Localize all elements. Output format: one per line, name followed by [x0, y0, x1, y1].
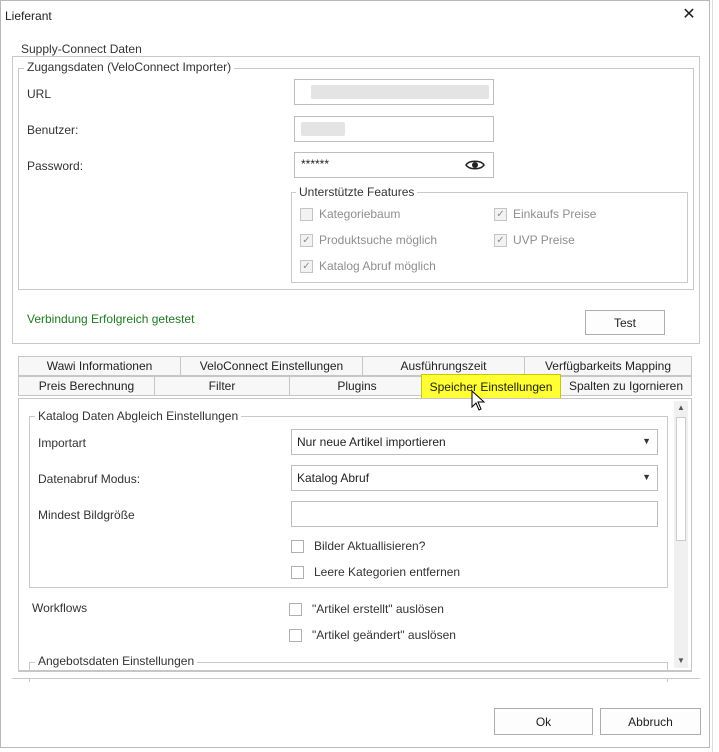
feature-katalog-abruf: ✓ Katalog Abruf möglich — [300, 259, 436, 273]
workflow-changed-option[interactable]: "Artikel geändert" auslösen — [289, 628, 456, 642]
scroll-up-icon[interactable]: ▲ — [674, 401, 688, 415]
importart-select[interactable]: Nur neue Artikel importieren ▼ — [291, 429, 658, 455]
scroll-thumb[interactable] — [676, 417, 686, 541]
tab-verfuegbarkeits-mapping[interactable]: Verfügbarkeits Mapping — [524, 356, 692, 376]
checkbox-katalog-abruf: ✓ — [300, 259, 313, 273]
workflows-label: Workflows — [32, 601, 88, 615]
mode-select[interactable]: Katalog Abruf ▼ — [291, 465, 658, 491]
update-images-label: Bilder Aktuallisieren? — [314, 539, 426, 553]
checkbox-einkaufs-preise: ✓ — [494, 207, 507, 221]
user-value-redacted — [301, 122, 345, 136]
feature-einkaufs-preise: ✓ Einkaufs Preise — [494, 207, 596, 221]
checkbox-update-images[interactable] — [291, 539, 304, 553]
tab-speicher-einstellungen[interactable]: Speicher Einstellungen — [421, 374, 561, 400]
workflow-created-label: "Artikel erstellt" auslösen — [312, 602, 444, 616]
outer-group-bottom — [12, 678, 700, 679]
tab-veloconnect-einstellungen[interactable]: VeloConnect Einstellungen — [180, 356, 363, 376]
mode-value: Katalog Abruf — [297, 471, 370, 485]
importart-value: Nur neue Artikel importieren — [297, 435, 446, 449]
feature-uvp-preise: ✓ UVP Preise — [494, 233, 575, 247]
checkbox-workflow-created[interactable] — [289, 602, 302, 616]
feature-label: Katalog Abruf möglich — [319, 259, 436, 273]
tab-spalten-zu-ignorieren[interactable]: Spalten zu Igornieren — [560, 376, 692, 396]
dropdown-arrow-icon: ▼ — [642, 436, 651, 446]
tab-preis-berechnung[interactable]: Preis Berechnung — [18, 376, 155, 396]
scroll-down-icon[interactable]: ▼ — [674, 654, 688, 668]
ok-button[interactable]: Ok — [494, 708, 593, 735]
feature-kategoriebaum: Kategoriebaum — [300, 207, 400, 221]
workflow-changed-label: "Artikel geändert" auslösen — [312, 628, 456, 642]
remove-empty-option[interactable]: Leere Kategorien entfernen — [291, 565, 460, 579]
offer-settings-legend: Angebotsdaten Einstellungen — [35, 654, 198, 668]
window-edge — [712, 0, 713, 752]
importart-label: Importart — [38, 436, 87, 450]
supply-connect-legend: Supply-Connect Daten — [18, 42, 145, 56]
cancel-button[interactable]: Abbruch — [600, 708, 701, 735]
feature-label: Kategoriebaum — [319, 207, 401, 221]
workflow-created-option[interactable]: "Artikel erstellt" auslösen — [289, 602, 444, 616]
remove-empty-label: Leere Kategorien entfernen — [314, 565, 461, 579]
min-image-input[interactable] — [291, 501, 658, 527]
min-image-label: Mindest Bildgröße — [38, 508, 135, 522]
features-legend: Unterstützte Features — [296, 185, 418, 199]
password-input[interactable]: ****** — [294, 152, 494, 178]
test-button[interactable]: Test — [585, 310, 665, 335]
tab-plugins[interactable]: Plugins — [289, 376, 425, 396]
connection-status: Verbindung Erfolgreich getestet — [27, 312, 195, 326]
user-input[interactable] — [294, 116, 494, 142]
eye-icon[interactable] — [465, 158, 485, 172]
tab-filter[interactable]: Filter — [154, 376, 290, 396]
password-value: ****** — [301, 157, 330, 171]
dropdown-arrow-icon: ▼ — [642, 472, 651, 482]
dialog-title: Lieferant — [5, 9, 52, 23]
checkbox-uvp-preise: ✓ — [494, 233, 507, 247]
tab-ausfuehrungszeit[interactable]: Ausführungszeit — [362, 356, 525, 376]
checkbox-remove-empty[interactable] — [291, 565, 304, 579]
url-label: URL — [27, 87, 52, 101]
mouse-cursor-icon — [471, 390, 486, 411]
close-icon[interactable]: ✕ — [679, 5, 699, 25]
feature-label: UVP Preise — [513, 233, 575, 247]
catalog-settings-legend: Katalog Daten Abgleich Einstellungen — [35, 409, 242, 423]
url-input[interactable] — [294, 79, 494, 105]
password-label: Password: — [27, 159, 84, 173]
checkbox-workflow-changed[interactable] — [289, 628, 302, 642]
checkbox-produktsuche: ✓ — [300, 233, 313, 247]
user-label: Benutzer: — [27, 123, 79, 137]
feature-produktsuche: ✓ Produktsuche möglich — [300, 233, 437, 247]
feature-label: Einkaufs Preise — [513, 207, 597, 221]
vertical-scrollbar[interactable]: ▲ ▼ — [674, 401, 688, 668]
feature-label: Produktsuche möglich — [319, 233, 438, 247]
checkbox-kategoriebaum — [300, 207, 313, 221]
mode-label: Datenabruf Modus: — [38, 472, 141, 486]
update-images-option[interactable]: Bilder Aktuallisieren? — [291, 539, 425, 553]
url-value-redacted — [311, 85, 489, 99]
tab-wawi-informationen[interactable]: Wawi Informationen — [18, 356, 181, 376]
access-data-legend: Zugangsdaten (VeloConnect Importer) — [24, 60, 235, 74]
